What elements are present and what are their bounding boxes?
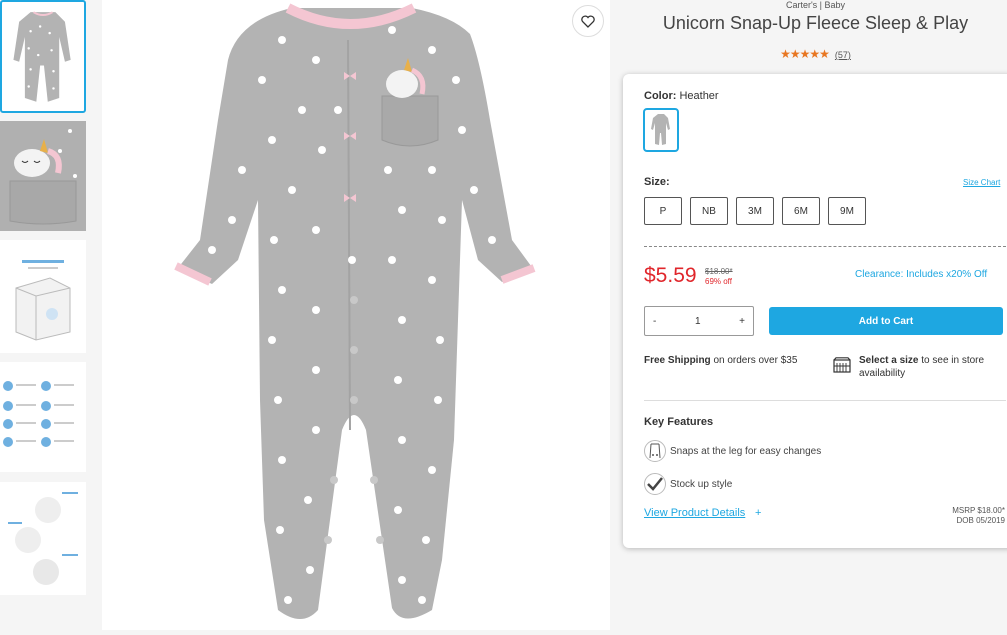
size-label: Size: [644, 176, 670, 188]
thumbnail-onesie-front[interactable] [0, 0, 86, 113]
color-label: Color: [644, 90, 677, 102]
section-divider [644, 400, 1006, 401]
percent-off: 69% off [705, 277, 732, 286]
shipping-text: on orders over $35 [710, 355, 798, 366]
favorite-button[interactable] [572, 5, 604, 37]
expand-plus-icon[interactable]: + [755, 507, 761, 519]
purchase-panel: Color: Heather Size: Size Chart P NB 3M … [623, 74, 1007, 548]
add-to-cart-button[interactable]: Add to Cart [769, 307, 1003, 335]
dob-text: DOB 05/2019 [956, 516, 1005, 525]
brand-breadcrumb[interactable]: Carter's | Baby [624, 0, 1007, 10]
quantity-stepper: - 1 + [644, 306, 754, 336]
color-swatch-heather[interactable] [643, 108, 679, 152]
size-button-6m[interactable]: 6M [782, 197, 820, 225]
view-product-details-link[interactable]: View Product Details [644, 507, 745, 519]
sale-price: $5.59 [644, 264, 697, 287]
product-title: Unicorn Snap-Up Fleece Sleep & Play [662, 13, 969, 33]
review-count-link[interactable]: (57) [835, 50, 851, 60]
shipping-bold: Free Shipping [644, 355, 711, 366]
star-rating-icon: ★★★★★ [780, 47, 830, 61]
store-availability[interactable]: Select a size to see in store availabili… [859, 354, 1007, 380]
feature-text: Stock up style [670, 478, 733, 490]
product-page: Carter's | Baby Unicorn Snap-Up Fleece S… [0, 0, 1007, 635]
size-button-3m[interactable]: 3M [736, 197, 774, 225]
size-button-p[interactable]: P [644, 197, 682, 225]
heart-icon [581, 14, 595, 28]
size-chart-link[interactable]: Size Chart [963, 178, 1000, 187]
quantity-input[interactable]: 1 [695, 316, 701, 327]
feature-text: Snaps at the leg for easy changes [670, 445, 822, 457]
dashed-divider [644, 246, 1006, 247]
rating: ★★★★★ (57) [624, 47, 1007, 61]
color-row: Color: Heather [644, 90, 719, 102]
color-value: Heather [679, 90, 719, 102]
original-price: $18.00* [705, 267, 733, 276]
feature-item: Stock up style [644, 473, 732, 495]
size-button-9m[interactable]: 9M [828, 197, 866, 225]
msrp-text: MSRP $18.00* [952, 506, 1005, 515]
store-icon [833, 357, 851, 373]
onesie-swatch-icon [651, 114, 670, 145]
thumbnail-features-graphic[interactable] [0, 482, 86, 595]
thumbnail-size-graphic[interactable] [0, 362, 86, 472]
quantity-increment-button[interactable]: + [739, 316, 745, 327]
snaps-icon [644, 440, 666, 462]
feature-item: Snaps at the leg for easy changes [644, 440, 821, 462]
checkmark-icon [644, 473, 666, 495]
size-options: P NB 3M 6M 9M [644, 197, 866, 225]
thumbnail-list [0, 0, 87, 635]
clearance-note: Clearance: Includes x20% Off [855, 269, 988, 280]
msrp-info: MSRP $18.00* DOB 05/2019 [923, 506, 1005, 526]
store-bold: Select a size [859, 355, 919, 366]
main-product-image [102, 0, 610, 630]
quantity-decrement-button[interactable]: - [653, 316, 656, 327]
thumbnail-make-it-a-gift[interactable] [0, 240, 86, 353]
key-features-title: Key Features [644, 416, 714, 428]
size-button-nb[interactable]: NB [690, 197, 728, 225]
thumbnail-unicorn-pocket[interactable] [0, 121, 86, 231]
shipping-info: Free Shipping on orders over $35 [644, 354, 809, 367]
